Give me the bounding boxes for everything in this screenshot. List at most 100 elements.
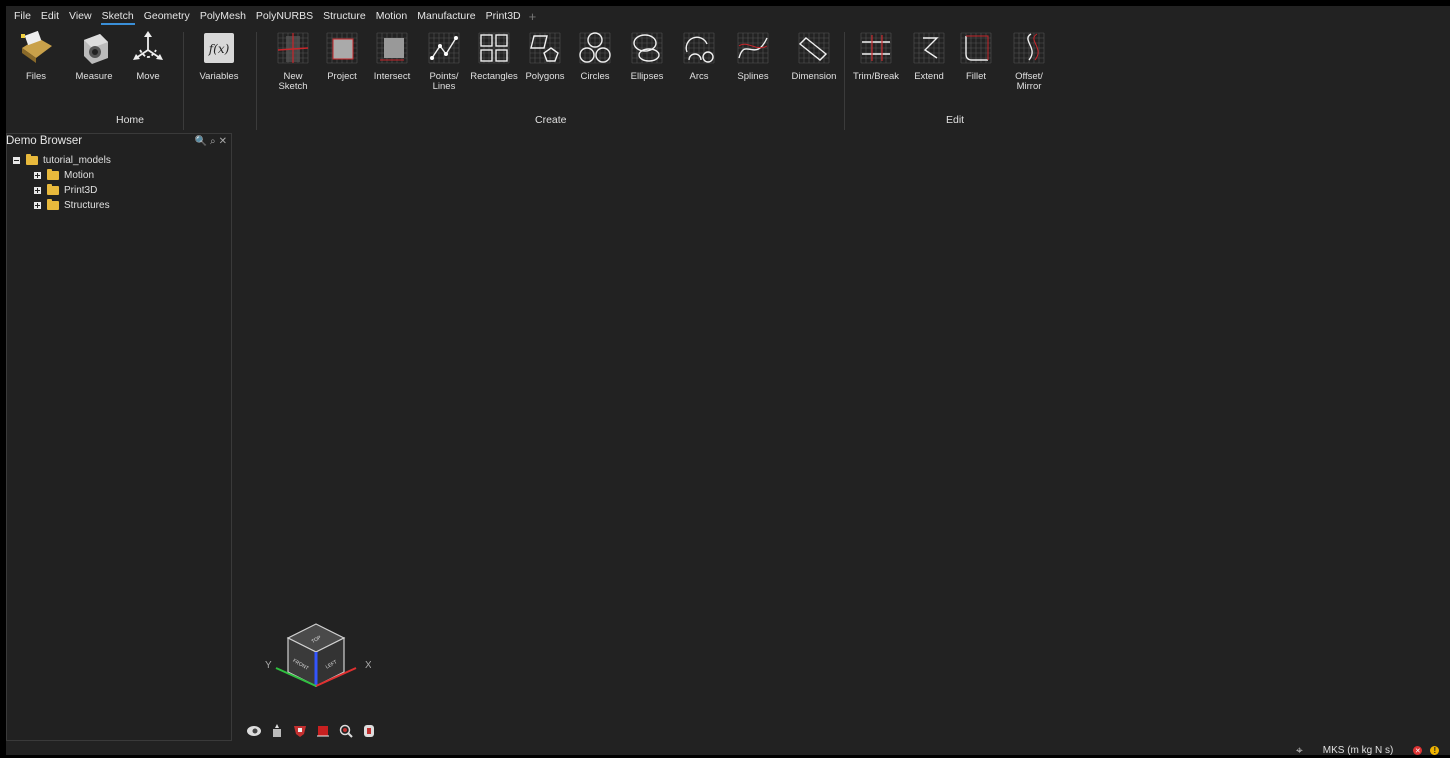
fillet-icon xyxy=(958,30,994,66)
ellipses-label: Ellipses xyxy=(630,71,664,82)
variables-label: Variables xyxy=(199,71,239,82)
splines-label: Splines xyxy=(737,71,769,82)
error-icon[interactable]: ✕ xyxy=(1413,746,1423,755)
unit-system-label[interactable]: MKS (m kg N s) xyxy=(1323,745,1394,756)
fillet-label: Fillet xyxy=(965,71,987,82)
tree-item-motion[interactable]: Motion xyxy=(34,168,94,182)
tree-item-root[interactable]: tutorial_models xyxy=(13,153,111,167)
arcs-button[interactable]: Arcs xyxy=(674,26,724,82)
menu-print3d[interactable]: Print3D xyxy=(481,6,526,26)
view-cube[interactable]: TOP FRONT LEFT X Y xyxy=(261,616,371,706)
polygons-button[interactable]: Polygons xyxy=(520,26,570,82)
project-icon xyxy=(324,30,360,66)
crosshair-icon[interactable]: ⌖ xyxy=(1296,743,1303,758)
new-sketch-icon xyxy=(275,30,311,66)
trim-break-button[interactable]: Trim/Break xyxy=(851,26,901,82)
offset-mirror-icon xyxy=(1011,30,1047,66)
dimension-button[interactable]: Dimension xyxy=(789,26,839,82)
tree-item-label: Motion xyxy=(64,169,95,181)
tree-item-structures[interactable]: Structures xyxy=(34,198,110,212)
arcs-label: Arcs xyxy=(689,71,709,82)
close-icon[interactable]: ✕ xyxy=(219,136,227,147)
splines-icon xyxy=(735,30,771,66)
project-label: Project xyxy=(327,71,357,82)
axis-x-label: X xyxy=(365,660,371,671)
view-toolbar xyxy=(245,723,377,738)
points-lines-label: Points/Lines xyxy=(429,71,459,92)
menu-view[interactable]: View xyxy=(64,6,97,26)
shield-view-icon[interactable] xyxy=(291,723,308,738)
add-tab-icon[interactable]: + xyxy=(526,9,537,24)
browser-title: Demo Browser xyxy=(6,135,83,147)
zoom-icon[interactable] xyxy=(337,723,354,738)
move-button[interactable]: Move xyxy=(123,26,173,82)
rectangles-button[interactable]: Rectangles xyxy=(469,26,519,82)
demo-browser-panel: Demo Browser 🔍 ⌕ ✕ tutorial_models Motion… xyxy=(6,133,232,741)
folder-icon xyxy=(47,168,59,180)
polygons-icon xyxy=(527,30,563,66)
variables-button[interactable]: f(x) Variables xyxy=(194,26,244,82)
measure-icon xyxy=(76,30,112,66)
move-label: Move xyxy=(136,71,160,82)
menu-geometry[interactable]: Geometry xyxy=(139,6,195,26)
expand-icon[interactable] xyxy=(34,171,41,179)
circles-label: Circles xyxy=(580,71,610,82)
menu-sketch[interactable]: Sketch xyxy=(97,6,139,26)
menu-polymesh[interactable]: PolyMesh xyxy=(195,6,251,26)
circles-button[interactable]: Circles xyxy=(570,26,620,82)
points-lines-button[interactable]: Points/Lines xyxy=(419,26,469,92)
expand-icon[interactable] xyxy=(34,201,41,209)
new-sketch-button[interactable]: New Sketch xyxy=(268,26,318,92)
extend-label: Extend xyxy=(914,71,944,82)
circles-icon xyxy=(577,30,613,66)
binoculars-icon[interactable]: 🔍 xyxy=(195,136,207,147)
application-window: File Edit View Sketch Geometry PolyMesh PolyNU… xyxy=(6,6,1450,758)
project-button[interactable]: Project xyxy=(317,26,367,82)
intersect-button[interactable]: Intersect xyxy=(367,26,417,82)
intersect-icon xyxy=(374,30,410,66)
display-options-icon[interactable] xyxy=(360,723,377,738)
status-bar: ⌖ MKS (m kg N s) ✕ ! xyxy=(1296,743,1440,758)
menu-polynurbs[interactable]: PolyNURBS xyxy=(251,6,318,26)
measure-label: Measure xyxy=(75,71,113,82)
ellipses-icon xyxy=(629,30,665,66)
group-label-home: Home xyxy=(116,114,145,126)
ellipses-button[interactable]: Ellipses xyxy=(622,26,672,82)
intersect-label: Intersect xyxy=(373,71,411,82)
svg-text:f(x): f(x) xyxy=(208,42,230,56)
files-icon xyxy=(18,30,54,66)
trim-break-label: Trim/Break xyxy=(852,71,900,82)
measure-button[interactable]: Measure xyxy=(69,26,119,82)
tree-item-print3d[interactable]: Print3D xyxy=(34,183,97,197)
tree-item-label: Structures xyxy=(64,199,110,211)
files-button[interactable]: Files xyxy=(11,26,61,82)
splines-button[interactable]: Splines xyxy=(728,26,778,82)
menu-structure[interactable]: Structure xyxy=(318,6,371,26)
move-icon xyxy=(130,30,166,66)
collapse-icon[interactable] xyxy=(13,156,20,164)
folder-icon xyxy=(47,198,59,210)
section-plane-icon[interactable] xyxy=(314,723,331,738)
dimension-label: Dimension xyxy=(791,71,837,82)
group-label-create: Create xyxy=(535,114,567,126)
menu-motion[interactable]: Motion xyxy=(371,6,413,26)
offset-mirror-button[interactable]: Offset/Mirror xyxy=(1004,26,1054,92)
new-sketch-label: New Sketch xyxy=(278,71,308,92)
fillet-button[interactable]: Fillet xyxy=(951,26,1001,82)
expand-icon[interactable] xyxy=(34,186,41,194)
eye-icon[interactable] xyxy=(245,723,262,738)
extend-button[interactable]: Extend xyxy=(904,26,954,82)
menu-manufacture[interactable]: Manufacture xyxy=(412,6,480,26)
warning-icon[interactable]: ! xyxy=(1430,746,1440,755)
axis-y-label: Y xyxy=(265,660,272,671)
offset-mirror-label: Offset/Mirror xyxy=(1015,71,1043,92)
files-label: Files xyxy=(25,71,47,82)
explode-icon[interactable] xyxy=(268,723,285,738)
points-lines-icon xyxy=(426,30,462,66)
menu-file[interactable]: File xyxy=(9,6,36,26)
extend-icon xyxy=(911,30,947,66)
search-icon[interactable]: ⌕ xyxy=(210,136,216,147)
menu-edit[interactable]: Edit xyxy=(36,6,64,26)
dimension-icon xyxy=(796,30,832,66)
folder-icon xyxy=(47,183,59,195)
